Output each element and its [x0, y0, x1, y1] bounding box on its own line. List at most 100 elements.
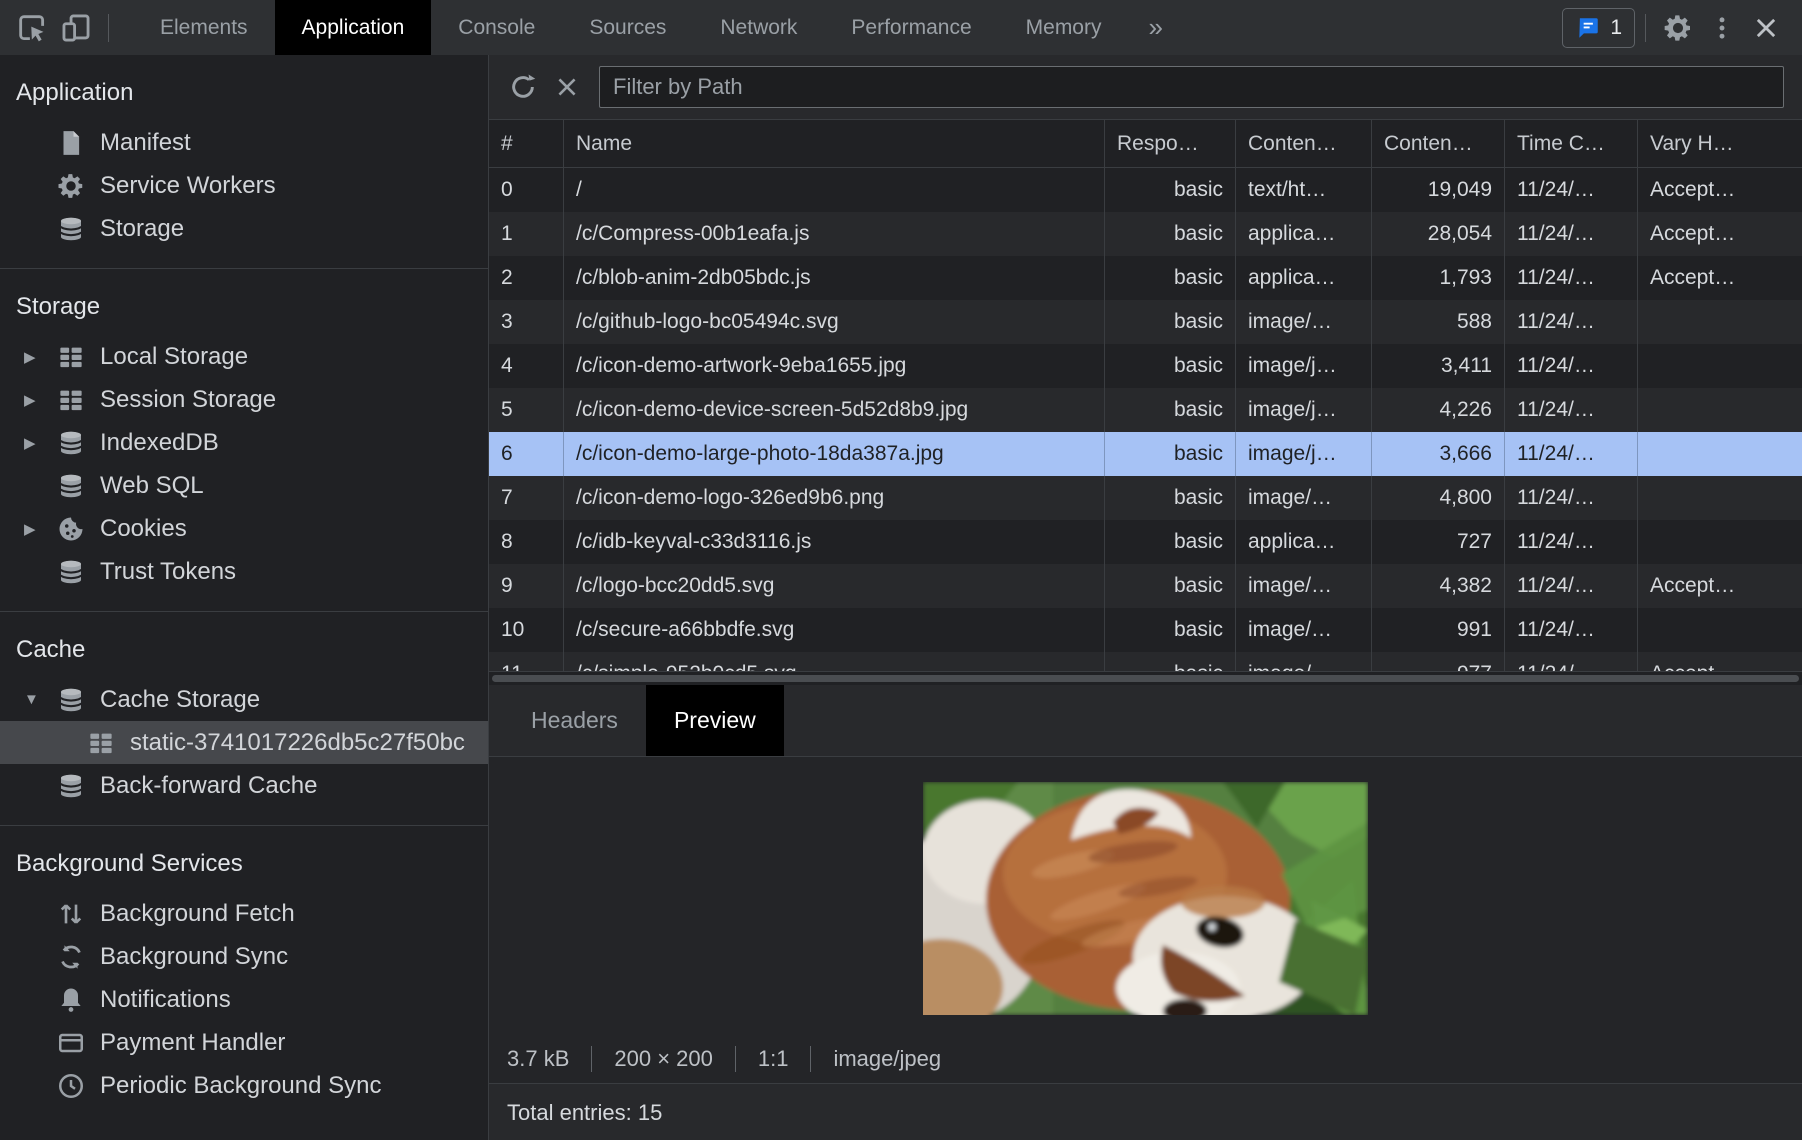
table-row[interactable]: 6/c/icon-demo-large-photo-18da387a.jpgba…	[489, 432, 1802, 476]
filter-input[interactable]	[599, 66, 1784, 108]
sidebar-item-label: Trust Tokens	[100, 558, 236, 586]
cell-response-type: basic	[1104, 300, 1235, 344]
tab-application[interactable]: Application	[275, 0, 432, 55]
disclosure-triangle-icon[interactable]: ▼	[24, 678, 39, 721]
background-fetch-icon	[56, 899, 86, 929]
scrollbar-thumb[interactable]	[492, 675, 1799, 682]
cell-content-type: image/…	[1235, 652, 1371, 671]
sidebar-item-label: Service Workers	[100, 172, 276, 200]
cell-content-length: 4,800	[1371, 476, 1504, 520]
table-row[interactable]: 4/c/icon-demo-artwork-9eba1655.jpgbasici…	[489, 344, 1802, 388]
column-header-response-type[interactable]: Respo…	[1104, 120, 1235, 167]
table-row[interactable]: 10/c/secure-a66bbdfe.svgbasicimage/…9911…	[489, 608, 1802, 652]
inspect-element-icon[interactable]	[10, 6, 54, 50]
sidebar-item-static-3741017226db5c27f50bc[interactable]: static-3741017226db5c27f50bc	[0, 721, 488, 764]
settings-gear-icon[interactable]	[1656, 6, 1700, 50]
tab-elements[interactable]: Elements	[133, 0, 275, 55]
tab-memory[interactable]: Memory	[999, 0, 1129, 55]
table-row[interactable]: 8/c/idb-keyval-c33d3116.jsbasicapplica…7…	[489, 520, 1802, 564]
sidebar-item-service-workers[interactable]: Service Workers	[0, 164, 488, 207]
column-header-content-type[interactable]: Conten…	[1235, 120, 1371, 167]
refresh-icon[interactable]	[501, 65, 545, 109]
table-row[interactable]: 9/c/logo-bcc20dd5.svgbasicimage/…4,38211…	[489, 564, 1802, 608]
cell-content-type: image/…	[1235, 476, 1371, 520]
cell-content-type: image/j…	[1235, 432, 1371, 476]
database-icon	[56, 557, 86, 587]
sidebar-item-back-forward-cache[interactable]: Back-forward Cache	[0, 764, 488, 807]
sidebar-item-label: Periodic Background Sync	[100, 1072, 381, 1100]
table-row[interactable]: 3/c/github-logo-bc05494c.svgbasicimage/……	[489, 300, 1802, 344]
table-row[interactable]: 7/c/icon-demo-logo-326ed9b6.pngbasicimag…	[489, 476, 1802, 520]
sidebar-item-indexeddb[interactable]: ▶ IndexedDB	[0, 421, 488, 464]
disclosure-triangle-icon[interactable]: ▶	[24, 421, 36, 464]
sidebar-item-label: IndexedDB	[100, 429, 219, 457]
disclosure-triangle-icon[interactable]: ▶	[24, 378, 36, 421]
tab-headers[interactable]: Headers	[503, 685, 646, 756]
sidebar-item-local-storage[interactable]: ▶Local Storage	[0, 335, 488, 378]
section-title: Application	[0, 67, 488, 121]
preview-tabs: HeadersPreview	[489, 685, 1802, 757]
column-header-content-length[interactable]: Conten…	[1371, 120, 1504, 167]
clear-filter-icon[interactable]	[545, 65, 589, 109]
cell-name: /c/github-logo-bc05494c.svg	[563, 300, 1104, 344]
sidebar-item-label: Cache Storage	[100, 686, 260, 714]
cell-time-cached: 11/24/…	[1504, 300, 1637, 344]
column-header-vary-header[interactable]: Vary H…	[1637, 120, 1802, 167]
disclosure-triangle-icon[interactable]: ▶	[24, 335, 36, 378]
table-row[interactable]: 1/c/Compress-00b1eafa.jsbasicapplica…28,…	[489, 212, 1802, 256]
sidebar-item-notifications[interactable]: Notifications	[0, 978, 488, 1021]
device-toolbar-icon[interactable]	[54, 6, 98, 50]
cell-time-cached: 11/24/…	[1504, 432, 1637, 476]
sidebar-section-storage: Storage▶Local Storage▶Session Storage▶In…	[0, 268, 488, 593]
close-devtools-icon[interactable]	[1744, 6, 1788, 50]
cell-time-cached: 11/24/…	[1504, 212, 1637, 256]
sidebar-item-payment-handler[interactable]: Payment Handler	[0, 1021, 488, 1064]
sidebar-item-periodic-background-sync[interactable]: Periodic Background Sync	[0, 1064, 488, 1107]
cell-time-cached: 11/24/…	[1504, 520, 1637, 564]
issues-badge[interactable]: 1	[1562, 8, 1635, 48]
cookie-icon	[56, 514, 86, 544]
column-header-time-cached[interactable]: Time C…	[1504, 120, 1637, 167]
sidebar-item-cache-storage[interactable]: ▼ Cache Storage	[0, 678, 488, 721]
sidebar-item-storage[interactable]: Storage	[0, 207, 488, 250]
kebab-menu-icon[interactable]	[1700, 6, 1744, 50]
table-row[interactable]: 2/c/blob-anim-2db05bdc.jsbasicapplica…1,…	[489, 256, 1802, 300]
sidebar-item-manifest[interactable]: Manifest	[0, 121, 488, 164]
cell-name: /c/icon-demo-artwork-9eba1655.jpg	[563, 344, 1104, 388]
tab-performance[interactable]: Performance	[824, 0, 998, 55]
sidebar-item-trust-tokens[interactable]: Trust Tokens	[0, 550, 488, 593]
cell-name: /c/Compress-00b1eafa.js	[563, 212, 1104, 256]
cell-index: 11	[489, 652, 563, 671]
cell-response-type: basic	[1104, 256, 1235, 300]
sidebar-item-session-storage[interactable]: ▶Session Storage	[0, 378, 488, 421]
sidebar-item-background-fetch[interactable]: Background Fetch	[0, 892, 488, 935]
horizontal-scrollbar[interactable]	[489, 671, 1802, 685]
cell-time-cached: 11/24/…	[1504, 388, 1637, 432]
dimensions-label: 200 × 200	[614, 1046, 712, 1072]
table-row[interactable]: 0/basictext/ht…19,04911/24/…Accept…	[489, 168, 1802, 212]
tab-preview[interactable]: Preview	[646, 685, 784, 756]
sidebar-item-web-sql[interactable]: Web SQL	[0, 464, 488, 507]
column-header-name[interactable]: Name	[563, 120, 1104, 167]
sidebar-item-background-sync[interactable]: Background Sync	[0, 935, 488, 978]
table-row[interactable]: 5/c/icon-demo-device-screen-5d52d8b9.jpg…	[489, 388, 1802, 432]
cell-time-cached: 11/24/…	[1504, 344, 1637, 388]
cell-index: 6	[489, 432, 563, 476]
cache-entries-table: 0/basictext/ht…19,04911/24/…Accept…1/c/C…	[489, 168, 1802, 671]
more-tabs-icon[interactable]: »	[1128, 0, 1182, 55]
sidebar-item-label: Back-forward Cache	[100, 772, 317, 800]
database-icon	[56, 214, 86, 244]
toolbar-divider	[1645, 14, 1646, 42]
tab-console[interactable]: Console	[431, 0, 562, 55]
tab-sources[interactable]: Sources	[562, 0, 693, 55]
sidebar-item-label: Cookies	[100, 515, 187, 543]
size-label: 3.7 kB	[507, 1046, 569, 1072]
cell-index: 1	[489, 212, 563, 256]
column-header-index[interactable]: #	[489, 120, 563, 167]
sidebar-item-cookies[interactable]: ▶ Cookies	[0, 507, 488, 550]
disclosure-triangle-icon[interactable]: ▶	[24, 507, 36, 550]
cell-vary-header: Accept…	[1637, 168, 1802, 212]
tab-network[interactable]: Network	[693, 0, 824, 55]
table-row[interactable]: 11/c/simple-952b0cd5.svgbasicimage/…9771…	[489, 652, 1802, 671]
section-title: Storage	[0, 281, 488, 335]
